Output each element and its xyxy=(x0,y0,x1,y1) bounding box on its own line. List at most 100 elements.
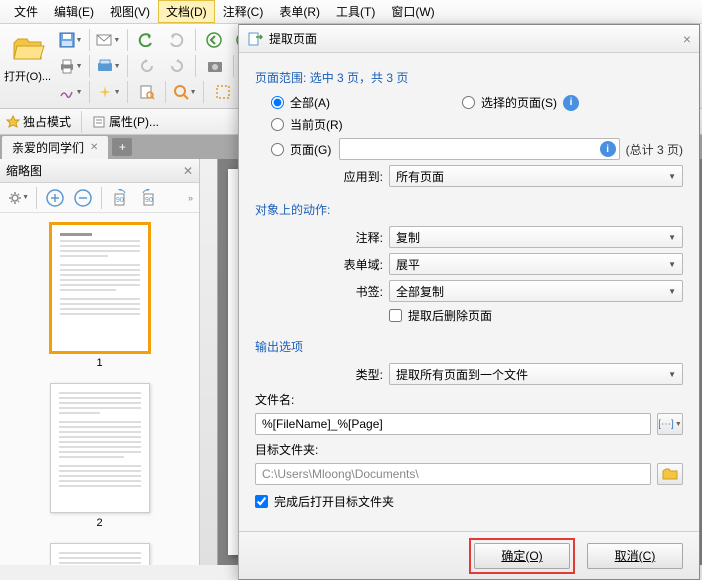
tab-close-icon[interactable]: ✕ xyxy=(90,142,98,153)
exclusive-mode-toggle[interactable]: 独占模式 xyxy=(6,113,71,130)
exclusive-mode-label: 独占模式 xyxy=(23,113,71,130)
search-button[interactable]: ▼ xyxy=(171,80,198,104)
email-icon xyxy=(96,33,112,47)
vertical-ruler xyxy=(200,159,218,565)
tab-add-button[interactable]: + xyxy=(112,138,132,156)
info-icon[interactable]: i xyxy=(600,141,616,157)
extract-pages-dialog: 提取页面 × 页面范围: 选中 3 页，共 3 页 全部(A) 选择的页面(S)… xyxy=(238,24,700,580)
rotate-ccw-button[interactable] xyxy=(133,54,160,78)
properties-icon xyxy=(92,115,106,129)
thumbnail-title: 缩略图 xyxy=(6,162,42,179)
print-button[interactable]: ▼ xyxy=(57,54,84,78)
rotate-cw-button[interactable] xyxy=(163,54,190,78)
thumbnail-toolbar: ▼ 90 90 » xyxy=(0,183,199,213)
email-button[interactable]: ▼ xyxy=(95,28,122,52)
dialog-close-button[interactable]: × xyxy=(683,31,691,47)
redo-button[interactable] xyxy=(163,28,190,52)
star-icon xyxy=(6,115,20,129)
thumbnail-page[interactable] xyxy=(50,383,150,513)
printer-icon xyxy=(59,58,75,74)
menu-edit[interactable]: 编辑(E) xyxy=(46,0,102,23)
thumb-options-button[interactable]: ▼ xyxy=(6,186,30,210)
folder-open-icon xyxy=(11,33,45,63)
select-area-button[interactable] xyxy=(209,80,236,104)
snapshot-button[interactable] xyxy=(201,54,228,78)
comment-select[interactable]: 复制▼ xyxy=(389,226,683,248)
info-icon[interactable]: i xyxy=(563,95,579,111)
thumbnail-item[interactable]: 1 xyxy=(10,223,189,369)
comment-label: 注释: xyxy=(325,229,383,246)
thumbnail-list[interactable]: 1 2 xyxy=(0,213,199,565)
save-button[interactable]: ▼ xyxy=(57,28,84,52)
folder-input[interactable] xyxy=(255,463,651,485)
pages-input[interactable] xyxy=(339,138,620,160)
thumb-rotate-ccw-button[interactable]: 90 xyxy=(108,186,132,210)
open-button[interactable] xyxy=(8,28,48,68)
prev-button[interactable] xyxy=(201,28,228,52)
thumb-zoom-in-button[interactable] xyxy=(43,186,67,210)
radio-pages-input[interactable] xyxy=(271,143,284,156)
menu-comment[interactable]: 注释(C) xyxy=(215,0,272,23)
dialog-title: 提取页面 xyxy=(269,30,317,47)
scanner-icon xyxy=(97,59,113,73)
ok-button[interactable]: 确定(O) xyxy=(474,543,570,569)
find-icon xyxy=(139,84,155,100)
thumbnail-page[interactable] xyxy=(50,543,150,565)
thumbnail-item[interactable]: 2 xyxy=(10,383,189,529)
radio-pages[interactable]: 页面(G) xyxy=(271,141,333,158)
radio-selected-input[interactable] xyxy=(462,96,475,109)
radio-current[interactable]: 当前页(R) xyxy=(271,116,343,133)
thumbnail-item[interactable] xyxy=(10,543,189,565)
undo-button[interactable] xyxy=(133,28,160,52)
delete-after-checkbox[interactable]: 提取后删除页面 xyxy=(389,307,492,324)
new-button[interactable]: ▼ xyxy=(95,80,122,104)
radio-all[interactable]: 全部(A) xyxy=(271,94,330,111)
menu-window[interactable]: 窗口(W) xyxy=(383,0,442,23)
menu-document[interactable]: 文档(D) xyxy=(158,0,215,23)
document-tab[interactable]: 亲爱的同学们 ✕ xyxy=(2,136,108,159)
undo-icon xyxy=(138,33,154,47)
thumbnail-close-icon[interactable]: ✕ xyxy=(183,164,193,178)
bookmark-select[interactable]: 全部复制▼ xyxy=(389,280,683,302)
thumb-rotate-cw-button[interactable]: 90 xyxy=(136,186,160,210)
dialog-body: 页面范围: 选中 3 页，共 3 页 全部(A) 选择的页面(S) i 当前页(… xyxy=(239,53,699,531)
rotate-cw-icon: 90 xyxy=(139,189,157,207)
find-button[interactable] xyxy=(133,80,160,104)
open-after-input[interactable] xyxy=(255,495,268,508)
menu-tool[interactable]: 工具(T) xyxy=(328,0,383,23)
gear-icon xyxy=(7,190,21,206)
cancel-button[interactable]: 取消(C) xyxy=(587,543,683,569)
save-icon xyxy=(59,32,75,48)
menu-file[interactable]: 文件 xyxy=(6,0,46,23)
thumb-more-icon[interactable]: » xyxy=(188,193,193,203)
thumb-zoom-out-button[interactable] xyxy=(71,186,95,210)
apply-to-select[interactable]: 所有页面▼ xyxy=(389,165,683,187)
thumbnail-panel: 缩略图 ✕ ▼ 90 90 » 1 xyxy=(0,159,200,565)
pages-total-label: (总计 3 页) xyxy=(626,141,683,158)
filename-label: 文件名: xyxy=(255,391,683,408)
form-select[interactable]: 展平▼ xyxy=(389,253,683,275)
search-icon xyxy=(173,84,189,100)
menu-bar: 文件 编辑(E) 视图(V) 文档(D) 注释(C) 表单(R) 工具(T) 窗… xyxy=(0,0,702,24)
properties-button[interactable]: 属性(P)... xyxy=(92,113,159,130)
filename-macro-button[interactable]: [⋯]▼ xyxy=(657,413,683,435)
extract-icon xyxy=(247,31,263,47)
radio-all-input[interactable] xyxy=(271,96,284,109)
radio-selected[interactable]: 选择的页面(S) xyxy=(462,94,557,111)
open-label: 打开(O)... xyxy=(4,68,51,84)
output-section-title: 输出选项 xyxy=(255,338,683,355)
open-after-checkbox[interactable]: 完成后打开目标文件夹 xyxy=(255,493,394,510)
scan-button[interactable]: ▼ xyxy=(95,54,122,78)
type-select[interactable]: 提取所有页面到一个文件▼ xyxy=(389,363,683,385)
thumbnail-page[interactable] xyxy=(50,223,150,353)
radio-current-input[interactable] xyxy=(271,118,284,131)
menu-view[interactable]: 视图(V) xyxy=(102,0,158,23)
sign-button[interactable]: ▼ xyxy=(57,80,84,104)
filename-input[interactable] xyxy=(255,413,651,435)
delete-after-input[interactable] xyxy=(389,309,402,322)
apply-to-label: 应用到: xyxy=(325,168,383,185)
properties-label: 属性(P)... xyxy=(109,113,159,130)
dialog-titlebar[interactable]: 提取页面 × xyxy=(239,25,699,53)
folder-browse-button[interactable] xyxy=(657,463,683,485)
menu-form[interactable]: 表单(R) xyxy=(271,0,328,23)
